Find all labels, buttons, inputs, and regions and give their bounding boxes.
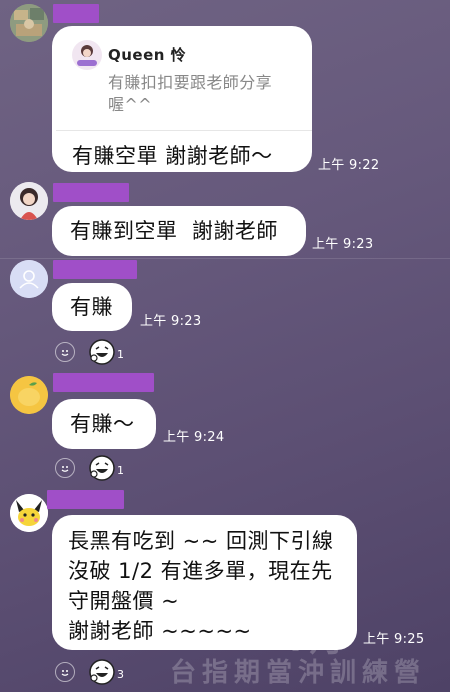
smiley-plus-icon (61, 670, 69, 676)
avatar[interactable] (10, 376, 48, 414)
message-bubble[interactable]: 有賺～ (52, 399, 156, 449)
message-text-line: 長黑有吃到 ~~ 回測下引線 (68, 529, 334, 553)
laughing-emoji-icon[interactable] (89, 339, 115, 365)
message-bubble[interactable]: 有賺到空單 謝謝老師 (52, 206, 306, 256)
reply-separator (56, 130, 312, 131)
pichu-avatar-icon (10, 494, 48, 532)
add-reaction-button[interactable] (55, 342, 75, 362)
message-text: 有賺空單 謝謝老師～ (72, 144, 273, 168)
message-time: 上午 9:24 (163, 430, 225, 445)
sender-name-redacted (47, 490, 124, 509)
default-user-icon (10, 260, 48, 298)
watermark: 4月 台指期當沖訓練營 (150, 622, 450, 692)
watermark-line: 台指期當沖訓練營 (170, 658, 427, 688)
avatar[interactable] (10, 182, 48, 220)
watermark-line: 4月 (280, 622, 350, 660)
sender-name-redacted (53, 4, 99, 23)
message-text: 有賺到空單 謝謝老師 (70, 219, 278, 243)
chat-window: Queen 怜 有賺扣扣要跟老師分享 喔^^ 有賺空單 謝謝老師～ 上午 9:2… (0, 0, 450, 692)
message-text-line: 沒破 1/2 有進多單，現在先 (68, 559, 333, 583)
reaction-row: 1 (55, 339, 124, 365)
reply-avatar-icon (72, 40, 102, 70)
reaction-row: 3 (55, 659, 124, 685)
screenshot-divider (0, 258, 450, 259)
reply-quoted-text: 有賺扣扣要跟老師分享 喔^^ (72, 72, 296, 116)
avatar[interactable] (10, 260, 48, 298)
reply-quoted-line: 喔^^ (108, 95, 153, 114)
sender-name-redacted (53, 260, 137, 279)
avatar-girl-icon (10, 182, 48, 220)
reaction-count: 1 (117, 463, 124, 477)
avatar[interactable] (10, 4, 48, 42)
sender-name-redacted (53, 373, 154, 392)
sender-name-redacted (53, 183, 129, 202)
smiley-plus-icon (61, 466, 69, 472)
reaction-row: 1 (55, 455, 124, 481)
avatar[interactable] (10, 494, 48, 532)
reply-quoted-line: 有賺扣扣要跟老師分享 (108, 73, 273, 92)
reply-header: Queen 怜 (72, 40, 296, 70)
avatar-image-icon (10, 4, 48, 42)
reaction-count: 3 (117, 667, 124, 681)
message-time: 上午 9:23 (140, 314, 202, 329)
smiley-plus-icon (61, 350, 69, 356)
message-text-line: 守開盤價 ~ (68, 589, 180, 613)
message-text: 有賺 (70, 295, 113, 319)
message-time: 上午 9:22 (318, 158, 380, 173)
lemon-avatar-icon (10, 376, 48, 414)
add-reaction-button[interactable] (55, 458, 75, 478)
message-bubble[interactable]: 有賺 (52, 283, 132, 331)
message-text: 有賺～ (70, 412, 135, 436)
add-reaction-button[interactable] (55, 662, 75, 682)
reply-sender-name: Queen 怜 (108, 46, 187, 64)
message-bubble[interactable]: Queen 怜 有賺扣扣要跟老師分享 喔^^ 有賺空單 謝謝老師～ (52, 26, 312, 172)
message-time: 上午 9:23 (312, 237, 374, 252)
laughing-emoji-icon[interactable] (89, 455, 115, 481)
laughing-emoji-icon[interactable] (89, 659, 115, 685)
reaction-count: 1 (117, 347, 124, 361)
